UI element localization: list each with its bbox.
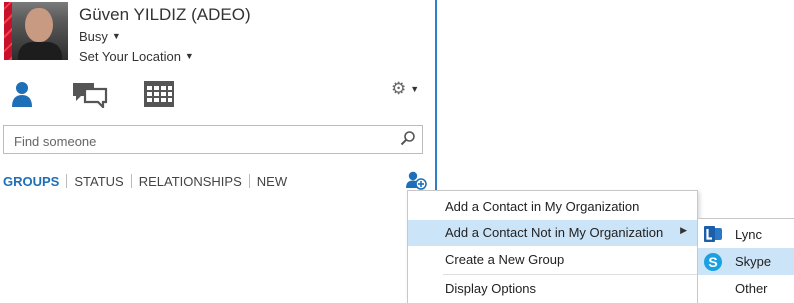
menu-item-add-contact-in-org[interactable]: Add a Contact in My Organization — [408, 194, 697, 220]
tab-new[interactable]: NEW — [257, 174, 287, 189]
menu-item-display-options[interactable]: Display Options — [408, 276, 697, 302]
location-dropdown[interactable]: Set Your Location ▼ — [79, 49, 194, 64]
search-icon[interactable] — [400, 130, 416, 151]
chevron-right-icon: ▶ — [680, 225, 687, 235]
add-contact-icon — [406, 171, 427, 190]
status-dropdown[interactable]: Busy ▼ — [79, 29, 121, 44]
tab-divider — [130, 174, 132, 188]
view-tabs: GROUPS STATUS RELATIONSHIPS NEW — [3, 174, 287, 189]
contact-type-submenu: Lync S Skype Other — [697, 218, 794, 303]
location-label: Set Your Location — [79, 49, 181, 64]
menu-item-create-new-group[interactable]: Create a New Group — [408, 247, 697, 273]
submenu-item-other[interactable]: Other — [698, 275, 794, 302]
presence-indicator — [4, 2, 12, 60]
contacts-panel: Güven YILDIZ (ADEO) Busy ▼ Set Your Locat… — [0, 0, 437, 303]
options-menu[interactable]: ⚙ ▼ — [391, 79, 419, 99]
chevron-down-icon: ▼ — [184, 51, 194, 61]
avatar[interactable] — [4, 2, 68, 60]
profile-photo — [12, 2, 68, 60]
conversations-icon[interactable] — [72, 80, 108, 113]
lync-icon — [703, 225, 723, 246]
skype-icon: S — [703, 252, 723, 275]
tab-groups[interactable]: GROUPS — [3, 174, 59, 189]
menu-item-add-contact-not-in-org[interactable]: Add a Contact Not in My Organization ▶ — [408, 220, 697, 246]
search-input[interactable] — [12, 131, 396, 151]
user-name: Güven YILDIZ (ADEO) — [79, 5, 251, 24]
meetings-icon[interactable] — [143, 80, 175, 113]
contacts-icon[interactable] — [10, 80, 34, 113]
submenu-item-skype[interactable]: S Skype — [698, 248, 794, 275]
tab-divider — [248, 174, 250, 188]
add-contact-menu: Add a Contact in My Organization Add a C… — [407, 190, 698, 303]
search-box[interactable] — [3, 125, 423, 154]
tab-status[interactable]: STATUS — [74, 174, 123, 189]
status-label: Busy — [79, 29, 108, 44]
menu-divider — [443, 274, 697, 275]
chevron-down-icon: ▼ — [410, 84, 420, 94]
svg-text:S: S — [708, 254, 717, 270]
chevron-down-icon: ▼ — [111, 31, 121, 41]
tab-divider — [66, 174, 68, 188]
gear-icon: ⚙ — [391, 79, 407, 98]
submenu-item-lync[interactable]: Lync — [698, 221, 794, 248]
tab-relationships[interactable]: RELATIONSHIPS — [139, 174, 242, 189]
